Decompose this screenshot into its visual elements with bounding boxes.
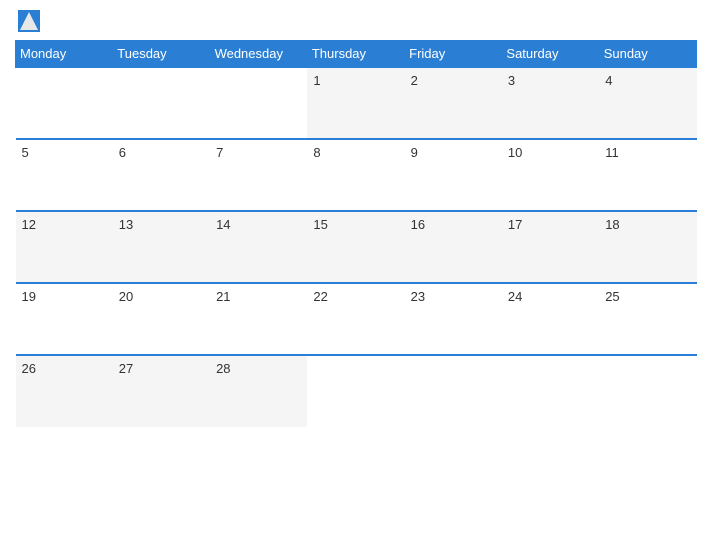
day-number: 6: [119, 145, 126, 160]
calendar-cell: 16: [405, 211, 502, 283]
day-number: 25: [605, 289, 619, 304]
calendar-cell: 19: [16, 283, 113, 355]
day-number: 8: [313, 145, 320, 160]
calendar-cell: [16, 67, 113, 139]
weekday-header-sunday: Sunday: [599, 41, 696, 68]
calendar-cell: 5: [16, 139, 113, 211]
day-number: 9: [411, 145, 418, 160]
week-row-5: 26 27 28: [16, 355, 697, 427]
day-number: 15: [313, 217, 327, 232]
calendar-cell: 9: [405, 139, 502, 211]
calendar-cell: 7: [210, 139, 307, 211]
calendar-cell: 17: [502, 211, 599, 283]
day-number: 18: [605, 217, 619, 232]
calendar-cell: 26: [16, 355, 113, 427]
day-number: 14: [216, 217, 230, 232]
day-number: 10: [508, 145, 522, 160]
day-number: 22: [313, 289, 327, 304]
day-number: 24: [508, 289, 522, 304]
weekday-header-tuesday: Tuesday: [113, 41, 210, 68]
calendar-cell: 8: [307, 139, 404, 211]
calendar-cell: 2: [405, 67, 502, 139]
week-row-3: 12 13 14 15 16 17 18: [16, 211, 697, 283]
calendar-cell: 14: [210, 211, 307, 283]
day-number: 19: [22, 289, 36, 304]
day-number: 2: [411, 73, 418, 88]
calendar-cell: 23: [405, 283, 502, 355]
calendar-cell: 4: [599, 67, 696, 139]
week-row-2: 5 6 7 8 9 10 11: [16, 139, 697, 211]
calendar-cell: 13: [113, 211, 210, 283]
calendar-cell: 24: [502, 283, 599, 355]
calendar-cell: 20: [113, 283, 210, 355]
logo-flag-icon: [18, 10, 40, 32]
calendar-cell: 25: [599, 283, 696, 355]
calendar-cell: [210, 67, 307, 139]
day-number: 17: [508, 217, 522, 232]
weekday-header-saturday: Saturday: [502, 41, 599, 68]
calendar-cell: 18: [599, 211, 696, 283]
calendar-cell: 6: [113, 139, 210, 211]
calendar-cell: 28: [210, 355, 307, 427]
calendar-header: [15, 10, 697, 32]
weekday-header-row: MondayTuesdayWednesdayThursdayFridaySatu…: [16, 41, 697, 68]
calendar-cell: 10: [502, 139, 599, 211]
calendar-cell: 12: [16, 211, 113, 283]
day-number: 11: [605, 145, 619, 160]
day-number: 21: [216, 289, 230, 304]
day-number: 16: [411, 217, 425, 232]
day-number: 12: [22, 217, 36, 232]
day-number: 1: [313, 73, 320, 88]
week-row-4: 19 20 21 22 23 24 25: [16, 283, 697, 355]
calendar-cell: 3: [502, 67, 599, 139]
calendar-cell: [599, 355, 696, 427]
day-number: 27: [119, 361, 133, 376]
calendar-cell: 27: [113, 355, 210, 427]
calendar-cell: 21: [210, 283, 307, 355]
weekday-header-wednesday: Wednesday: [210, 41, 307, 68]
day-number: 3: [508, 73, 515, 88]
calendar-cell: 11: [599, 139, 696, 211]
day-number: 7: [216, 145, 223, 160]
calendar-cell: 1: [307, 67, 404, 139]
logo: [15, 10, 40, 32]
day-number: 26: [22, 361, 36, 376]
day-number: 13: [119, 217, 133, 232]
calendar-cell: [502, 355, 599, 427]
day-number: 4: [605, 73, 612, 88]
calendar-cell: [113, 67, 210, 139]
week-row-1: 1 2 3 4: [16, 67, 697, 139]
day-number: 5: [22, 145, 29, 160]
day-number: 23: [411, 289, 425, 304]
calendar-table: MondayTuesdayWednesdayThursdayFridaySatu…: [15, 40, 697, 427]
day-number: 20: [119, 289, 133, 304]
calendar-cell: [405, 355, 502, 427]
day-number: 28: [216, 361, 230, 376]
calendar-container: MondayTuesdayWednesdayThursdayFridaySatu…: [0, 0, 712, 550]
calendar-cell: 15: [307, 211, 404, 283]
calendar-cell: 22: [307, 283, 404, 355]
weekday-header-thursday: Thursday: [307, 41, 404, 68]
weekday-header-monday: Monday: [16, 41, 113, 68]
calendar-cell: [307, 355, 404, 427]
weekday-header-friday: Friday: [405, 41, 502, 68]
